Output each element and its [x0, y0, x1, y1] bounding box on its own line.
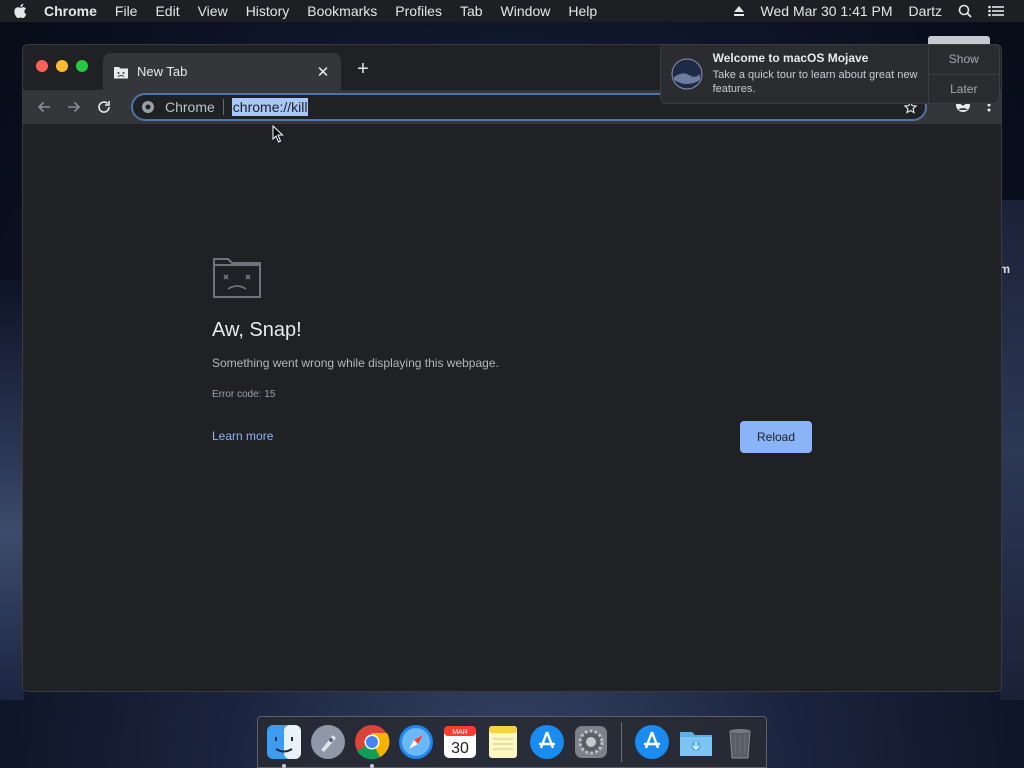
notification-later-button[interactable]: Later [929, 75, 999, 104]
calendar-month: MAR [452, 729, 468, 736]
sad-folder-icon [213, 258, 261, 298]
menu-view[interactable]: View [189, 3, 237, 19]
menu-help[interactable]: Help [559, 3, 606, 19]
dock-separator [621, 722, 623, 762]
new-tab-button[interactable]: + [353, 59, 373, 79]
dock-calendar-icon[interactable]: MAR 30 [438, 720, 482, 764]
mouse-cursor-icon [272, 125, 284, 143]
reload-icon[interactable] [89, 93, 119, 121]
spotlight-search-icon[interactable] [950, 4, 980, 18]
minimize-window-button[interactable] [56, 60, 68, 72]
error-heading: Aw, Snap! [212, 319, 302, 341]
tab-title: New Tab [137, 64, 188, 79]
apple-icon[interactable] [0, 3, 40, 19]
page-content: Aw, Snap! Something went wrong while dis… [23, 124, 1001, 691]
dock-launchpad-icon[interactable] [306, 720, 350, 764]
chrome-site-icon [141, 100, 155, 114]
menu-profiles[interactable]: Profiles [386, 3, 451, 19]
reload-button[interactable]: Reload [740, 421, 812, 453]
eject-icon[interactable] [725, 5, 753, 17]
close-tab-icon[interactable]: ✕ [315, 64, 331, 81]
dock-safari-icon[interactable] [394, 720, 438, 764]
menu-bookmarks[interactable]: Bookmarks [298, 3, 386, 19]
error-code: Error code: 15 [212, 389, 276, 400]
dock: MAR 30 [257, 716, 767, 768]
menu-bar: Chrome File Edit View History Bookmarks … [0, 0, 1024, 22]
desktop-wallpaper-left [0, 280, 24, 700]
menu-tab[interactable]: Tab [451, 3, 492, 19]
notification-title: Welcome to macOS Mojave [712, 51, 869, 65]
dock-finder-icon[interactable] [262, 720, 306, 768]
menu-file[interactable]: File [106, 3, 147, 19]
sad-tab-icon [113, 64, 129, 80]
macos-mojave-icon [661, 45, 713, 103]
dock-app-store-downloads-icon[interactable] [630, 720, 674, 764]
menu-app-name[interactable]: Chrome [40, 3, 106, 19]
menubar-clock[interactable]: Wed Mar 30 1:41 PM [753, 3, 901, 19]
close-window-button[interactable] [36, 60, 48, 72]
notification-banner[interactable]: Welcome to macOS Mojave Take a quick tou… [660, 44, 1000, 104]
dock-trash-icon[interactable] [718, 720, 762, 764]
dock-downloads-folder-icon[interactable] [674, 720, 718, 764]
learn-more-link[interactable]: Learn more [212, 429, 273, 443]
site-chip-label: Chrome [165, 99, 224, 115]
menubar-user[interactable]: Dartz [901, 3, 950, 19]
calendar-day: 30 [451, 740, 469, 757]
dock-notes-icon[interactable] [482, 720, 526, 764]
running-indicator [282, 764, 286, 768]
forward-button[interactable] [59, 93, 89, 121]
notification-text: Take a quick tour to learn about great n… [712, 69, 918, 95]
error-description: Something went wrong while displaying th… [212, 356, 499, 370]
dock-system-preferences-icon[interactable] [569, 720, 613, 764]
window-controls [36, 60, 88, 72]
menu-window[interactable]: Window [492, 3, 560, 19]
notification-body: Welcome to macOS Mojave Take a quick tou… [713, 45, 928, 103]
chrome-window: New Tab ✕ + Chrome chrome://kill Aw, Sna… [22, 44, 1002, 692]
menu-edit[interactable]: Edit [146, 3, 188, 19]
dock-app-store-icon[interactable] [525, 720, 569, 764]
back-button[interactable] [29, 93, 59, 121]
notification-center-icon[interactable] [980, 5, 1012, 17]
zoom-window-button[interactable] [76, 60, 88, 72]
running-indicator [369, 764, 374, 768]
url-text[interactable]: chrome://kill [231, 98, 309, 116]
notification-actions: Show Later [927, 45, 999, 104]
notification-show-button[interactable]: Show [928, 45, 999, 75]
menu-history[interactable]: History [237, 3, 299, 19]
dock-chrome-icon[interactable] [350, 720, 394, 768]
tab-new-tab[interactable]: New Tab ✕ [103, 53, 341, 90]
